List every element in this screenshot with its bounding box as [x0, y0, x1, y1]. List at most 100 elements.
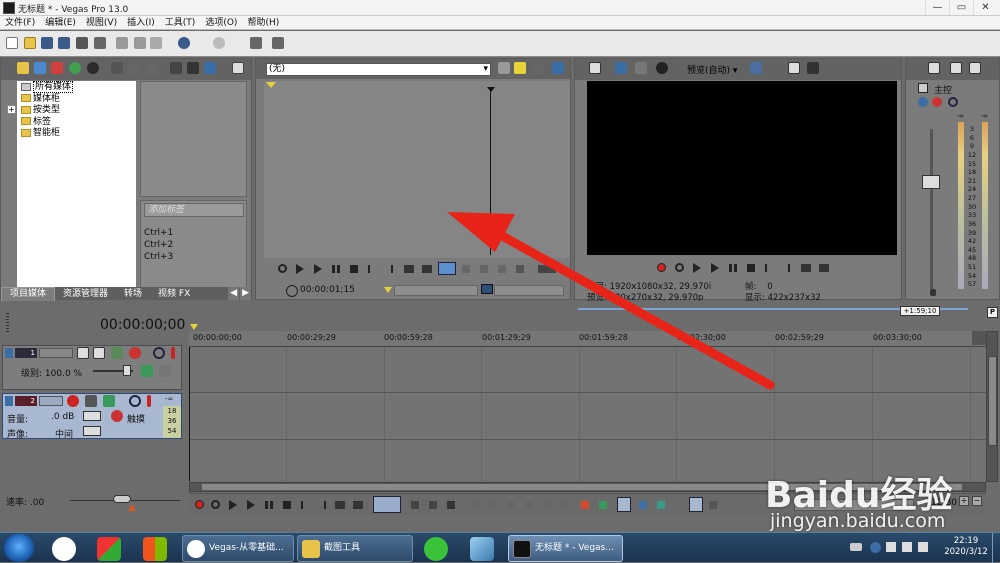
tab-prev-icon[interactable]: ◀	[228, 287, 239, 300]
stop-preview-icon[interactable]	[187, 62, 199, 74]
rate-reset-icon[interactable]	[128, 504, 136, 511]
auto-crossfade-icon[interactable]	[689, 497, 703, 512]
import-media-icon[interactable]	[17, 62, 29, 74]
master-properties-icon[interactable]	[928, 62, 940, 74]
in-point-field[interactable]	[394, 285, 478, 296]
project-properties-icon[interactable]	[589, 62, 601, 74]
master-layout-icon[interactable]	[950, 62, 962, 74]
menu-view[interactable]: 视图(V)	[81, 16, 122, 30]
master-props-icon[interactable]	[918, 83, 928, 93]
master-fx-icon[interactable]	[918, 97, 928, 107]
rate-slider[interactable]	[113, 495, 131, 503]
master-downmix-icon[interactable]	[969, 62, 981, 74]
trimmer-dropdown[interactable]: (无) ▾	[266, 63, 491, 76]
enable-snapping-icon[interactable]	[250, 37, 262, 49]
open-icon[interactable]	[24, 37, 36, 49]
track-area[interactable]	[189, 347, 986, 481]
tree-item-by-type[interactable]: + 按类型	[7, 105, 136, 117]
refresh-icon[interactable]	[69, 62, 81, 74]
rewind-icon[interactable]	[404, 265, 414, 273]
preview-ff-icon[interactable]	[819, 264, 829, 272]
fast-forward-icon[interactable]	[422, 265, 432, 273]
timeline-play-from-start-icon[interactable]	[229, 500, 237, 510]
trim-start-icon[interactable]	[507, 501, 515, 509]
network-tray-icon[interactable]	[886, 542, 896, 552]
flag-tray-icon[interactable]	[902, 542, 912, 552]
audio-solo-icon[interactable]	[147, 395, 151, 407]
external-monitor-icon[interactable]	[615, 62, 627, 74]
track-motion-icon[interactable]	[77, 347, 89, 359]
tab-transitions[interactable]: 转场	[116, 288, 150, 301]
master-fader[interactable]	[922, 175, 940, 189]
minimize-button[interactable]: —	[925, 0, 949, 15]
trim-end-icon[interactable]	[525, 501, 533, 509]
media-fx-icon[interactable]	[128, 62, 140, 74]
zoom-in-icon[interactable]: +	[959, 496, 969, 506]
paste-icon[interactable]	[150, 37, 162, 49]
menu-insert[interactable]: 插入(I)	[122, 16, 160, 30]
audio-mute-icon[interactable]	[129, 395, 141, 407]
zoom-tool-icon[interactable]	[447, 501, 455, 509]
media-list[interactable]	[140, 81, 247, 197]
expand-icon[interactable]: +	[7, 105, 16, 114]
touch-mode[interactable]: 触摸	[127, 412, 145, 425]
copy-icon[interactable]	[134, 37, 146, 49]
quicklaunch-tool-icon[interactable]	[470, 537, 494, 561]
quicklaunch-office-icon[interactable]	[143, 537, 167, 561]
selection-tool-icon[interactable]	[429, 501, 437, 509]
track-expand-icon[interactable]	[5, 396, 13, 406]
pause-icon[interactable]	[337, 265, 340, 273]
overlays-icon[interactable]	[750, 62, 762, 74]
audio-automation-icon[interactable]	[103, 395, 115, 407]
track-settings-icon[interactable]	[129, 347, 141, 359]
copy-snapshot-icon[interactable]	[788, 62, 800, 74]
quicklaunch-app-icon[interactable]	[97, 537, 121, 561]
trimmer-clear-icon[interactable]	[532, 62, 544, 74]
trimmer-snap-icon[interactable]	[514, 62, 526, 74]
tree-item-smart-bins[interactable]: 智能柜	[21, 128, 136, 140]
menu-options[interactable]: 选项(O)	[200, 16, 242, 30]
quicklaunch-flower-icon[interactable]	[52, 537, 76, 561]
menu-tools[interactable]: 工具(T)	[160, 16, 201, 30]
video-preview-screen[interactable]	[587, 81, 897, 255]
tab-next-icon[interactable]: ▶	[240, 287, 251, 300]
normal-edit-tool[interactable]	[373, 496, 401, 513]
whats-this-icon[interactable]	[272, 37, 284, 49]
menu-file[interactable]: 文件(F)	[0, 16, 40, 30]
save-icon[interactable]	[41, 37, 53, 49]
remove-icon[interactable]	[111, 62, 123, 74]
help-tray-icon[interactable]	[870, 542, 881, 553]
taskbar-clock[interactable]: 22:19 2020/3/12	[944, 536, 988, 558]
tab-project-media[interactable]: 项目媒体	[1, 287, 56, 301]
prev-frame-icon[interactable]	[368, 265, 375, 273]
vertical-scrollbar[interactable]	[986, 331, 998, 482]
track-expand-icon[interactable]	[5, 348, 13, 358]
render-icon[interactable]	[76, 37, 88, 49]
taskbar-item-vegas-doc[interactable]: Vegas-从零基础...	[182, 535, 294, 562]
add-tag-input[interactable]: 添加标签	[144, 203, 244, 217]
audio-gear-icon[interactable]	[111, 410, 123, 422]
split-icon[interactable]	[543, 501, 551, 509]
insert-region-icon[interactable]	[599, 501, 607, 509]
trim-out-icon[interactable]	[480, 265, 488, 273]
record-icon[interactable]	[657, 263, 666, 272]
go-to-end-icon[interactable]	[319, 501, 326, 509]
audio-fx-icon[interactable]	[85, 395, 97, 407]
preview-play-icon[interactable]	[711, 263, 719, 273]
capture-icon[interactable]	[34, 62, 46, 74]
wechat-icon[interactable]	[424, 537, 448, 561]
save-snapshot-icon[interactable]	[807, 62, 819, 74]
volume-slider[interactable]	[83, 411, 101, 421]
timeline-loop-icon[interactable]	[211, 500, 220, 509]
menu-help[interactable]: 帮助(H)	[242, 16, 284, 30]
tree-item-all-media[interactable]: 所有媒体	[21, 81, 136, 94]
tab-explorer[interactable]: 资源管理器	[55, 288, 116, 301]
cut-icon[interactable]	[116, 37, 128, 49]
save-as-icon[interactable]	[58, 37, 70, 49]
timeline-pause-icon[interactable]	[270, 501, 273, 509]
arm-record-icon[interactable]	[67, 395, 79, 407]
preview-loop-icon[interactable]	[675, 263, 684, 272]
crossfade-icon[interactable]	[657, 501, 665, 509]
loop-icon[interactable]	[278, 264, 287, 273]
level-slider[interactable]	[123, 365, 131, 376]
